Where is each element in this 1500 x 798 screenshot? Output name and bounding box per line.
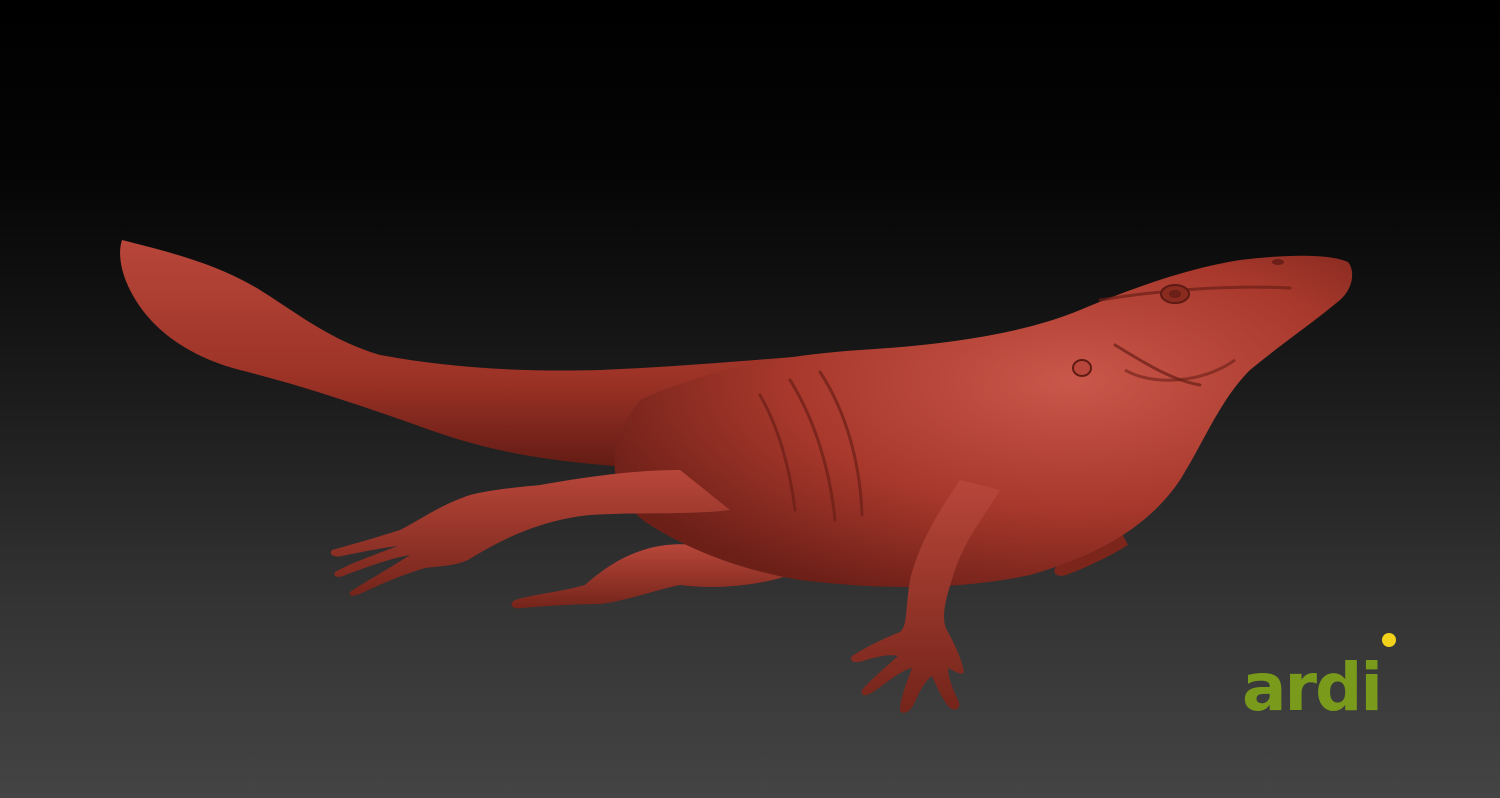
render-viewport: ardi <box>0 0 1500 798</box>
logo-dot-icon <box>1382 633 1396 647</box>
ardi-logo: ardi <box>1242 633 1396 726</box>
logo-text: ardi <box>1242 649 1381 726</box>
